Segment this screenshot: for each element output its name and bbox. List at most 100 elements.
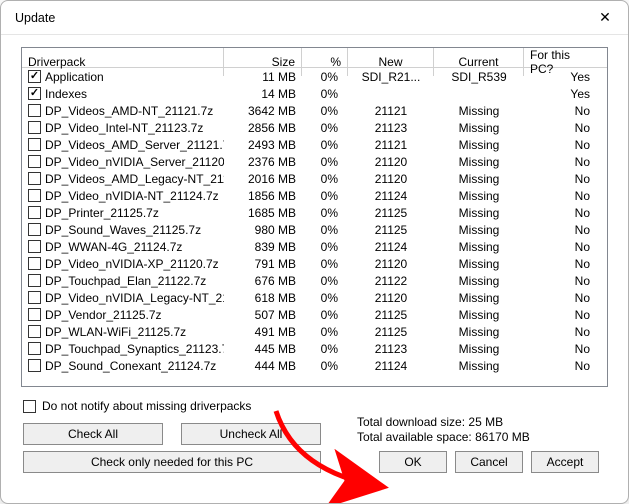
row-checkbox[interactable] bbox=[28, 308, 41, 321]
table-row[interactable]: DP_WLAN-WiFi_21125.7z491 MB0%21125Missin… bbox=[22, 323, 607, 340]
row-forthispc: No bbox=[524, 291, 600, 305]
row-checkbox[interactable] bbox=[28, 172, 41, 185]
row-new: 21124 bbox=[348, 240, 434, 254]
row-name: DP_Video_nVIDIA-NT_21124.7z bbox=[45, 189, 219, 203]
table-row[interactable]: DP_Printer_21125.7z1685 MB0%21125Missing… bbox=[22, 204, 607, 221]
row-new: 21125 bbox=[348, 206, 434, 220]
row-current: Missing bbox=[434, 342, 524, 356]
row-percent: 0% bbox=[302, 121, 348, 135]
row-percent: 0% bbox=[302, 189, 348, 203]
row-name: DP_Video_nVIDIA_Legacy-NT_211... bbox=[45, 291, 224, 305]
row-checkbox[interactable] bbox=[28, 138, 41, 151]
row-forthispc: No bbox=[524, 359, 600, 373]
row-current: Missing bbox=[434, 325, 524, 339]
table-row[interactable]: DP_Video_nVIDIA_Server_21120.7z2376 MB0%… bbox=[22, 153, 607, 170]
row-checkbox[interactable] bbox=[28, 70, 41, 83]
row-new: 21120 bbox=[348, 257, 434, 271]
row-checkbox[interactable] bbox=[28, 240, 41, 253]
table-header: Driverpack Size % New Current For this P… bbox=[22, 48, 607, 68]
row-current: Missing bbox=[434, 206, 524, 220]
row-percent: 0% bbox=[302, 359, 348, 373]
row-current: Missing bbox=[434, 240, 524, 254]
close-button[interactable]: ✕ bbox=[582, 3, 628, 33]
row-checkbox[interactable] bbox=[28, 104, 41, 117]
row-name: DP_Video_nVIDIA-XP_21120.7z bbox=[45, 257, 219, 271]
table-row[interactable]: DP_Videos_AMD_Legacy-NT_211...2016 MB0%2… bbox=[22, 170, 607, 187]
row-checkbox[interactable] bbox=[28, 291, 41, 304]
row-new: 21124 bbox=[348, 359, 434, 373]
check-needed-button[interactable]: Check only needed for this PC bbox=[23, 451, 321, 473]
row-current: Missing bbox=[434, 223, 524, 237]
row-percent: 0% bbox=[302, 257, 348, 271]
ok-button[interactable]: OK bbox=[379, 451, 447, 473]
row-current: Missing bbox=[434, 308, 524, 322]
row-current: Missing bbox=[434, 121, 524, 135]
row-percent: 0% bbox=[302, 206, 348, 220]
table-row[interactable]: DP_Video_nVIDIA_Legacy-NT_211...618 MB0%… bbox=[22, 289, 607, 306]
table-row[interactable]: DP_Touchpad_Elan_21122.7z676 MB0%21122Mi… bbox=[22, 272, 607, 289]
table-row[interactable]: DP_Videos_AMD_Server_21121.7z2493 MB0%21… bbox=[22, 136, 607, 153]
row-forthispc: Yes bbox=[524, 87, 600, 101]
row-percent: 0% bbox=[302, 155, 348, 169]
table-row[interactable]: DP_Video_nVIDIA-XP_21120.7z791 MB0%21120… bbox=[22, 255, 607, 272]
table-row[interactable]: DP_Video_Intel-NT_21123.7z2856 MB0%21123… bbox=[22, 119, 607, 136]
table-body[interactable]: Application11 MB0%SDI_R21...SDI_R539YesI… bbox=[22, 68, 607, 386]
row-current: Missing bbox=[434, 257, 524, 271]
notify-label: Do not notify about missing driverpacks bbox=[42, 399, 251, 413]
row-checkbox[interactable] bbox=[28, 87, 41, 100]
uncheck-all-button[interactable]: Uncheck All bbox=[181, 423, 321, 445]
row-name: DP_Printer_21125.7z bbox=[45, 206, 159, 220]
row-size: 11 MB bbox=[224, 70, 302, 84]
row-forthispc: No bbox=[524, 104, 600, 118]
row-current: Missing bbox=[434, 138, 524, 152]
row-checkbox[interactable] bbox=[28, 121, 41, 134]
row-size: 491 MB bbox=[224, 325, 302, 339]
cancel-button[interactable]: Cancel bbox=[455, 451, 523, 473]
row-name: DP_Vendor_21125.7z bbox=[45, 308, 162, 322]
row-new: 21122 bbox=[348, 274, 434, 288]
row-name: Indexes bbox=[45, 87, 87, 101]
row-size: 980 MB bbox=[224, 223, 302, 237]
row-checkbox[interactable] bbox=[28, 206, 41, 219]
row-name: DP_Videos_AMD-NT_21121.7z bbox=[45, 104, 213, 118]
row-new: 21125 bbox=[348, 223, 434, 237]
table-row[interactable]: DP_Sound_Conexant_21124.7z444 MB0%21124M… bbox=[22, 357, 607, 374]
row-percent: 0% bbox=[302, 172, 348, 186]
row-checkbox[interactable] bbox=[28, 325, 41, 338]
row-name: Application bbox=[45, 70, 104, 84]
row-size: 839 MB bbox=[224, 240, 302, 254]
row-forthispc: No bbox=[524, 257, 600, 271]
row-checkbox[interactable] bbox=[28, 189, 41, 202]
row-checkbox[interactable] bbox=[28, 274, 41, 287]
row-size: 1856 MB bbox=[224, 189, 302, 203]
row-size: 2856 MB bbox=[224, 121, 302, 135]
row-name: DP_Touchpad_Synaptics_21123.7z bbox=[45, 342, 224, 356]
table-row[interactable]: DP_Vendor_21125.7z507 MB0%21125MissingNo bbox=[22, 306, 607, 323]
row-name: DP_Videos_AMD_Server_21121.7z bbox=[45, 138, 224, 152]
accept-button[interactable]: Accept bbox=[531, 451, 599, 473]
table-row[interactable]: Indexes14 MB0%Yes bbox=[22, 85, 607, 102]
update-dialog: Update ✕ Driverpack Size % New Current F… bbox=[0, 0, 629, 504]
table-row[interactable]: DP_Touchpad_Synaptics_21123.7z445 MB0%21… bbox=[22, 340, 607, 357]
row-size: 676 MB bbox=[224, 274, 302, 288]
total-download-label: Total download size: 25 MB bbox=[357, 415, 530, 430]
table-row[interactable]: DP_WWAN-4G_21124.7z839 MB0%21124MissingN… bbox=[22, 238, 607, 255]
row-name: DP_Sound_Conexant_21124.7z bbox=[45, 359, 216, 373]
row-checkbox[interactable] bbox=[28, 155, 41, 168]
row-forthispc: No bbox=[524, 206, 600, 220]
table-row[interactable]: DP_Sound_Waves_21125.7z980 MB0%21125Miss… bbox=[22, 221, 607, 238]
row-checkbox[interactable] bbox=[28, 359, 41, 372]
table-row[interactable]: Application11 MB0%SDI_R21...SDI_R539Yes bbox=[22, 68, 607, 85]
row-checkbox[interactable] bbox=[28, 223, 41, 236]
row-current: Missing bbox=[434, 155, 524, 169]
notify-checkbox[interactable] bbox=[23, 400, 36, 413]
table-row[interactable]: DP_Videos_AMD-NT_21121.7z3642 MB0%21121M… bbox=[22, 102, 607, 119]
row-size: 3642 MB bbox=[224, 104, 302, 118]
check-all-button[interactable]: Check All bbox=[23, 423, 163, 445]
row-size: 444 MB bbox=[224, 359, 302, 373]
row-checkbox[interactable] bbox=[28, 257, 41, 270]
row-new: 21125 bbox=[348, 325, 434, 339]
row-new: 21121 bbox=[348, 138, 434, 152]
table-row[interactable]: DP_Video_nVIDIA-NT_21124.7z1856 MB0%2112… bbox=[22, 187, 607, 204]
row-checkbox[interactable] bbox=[28, 342, 41, 355]
